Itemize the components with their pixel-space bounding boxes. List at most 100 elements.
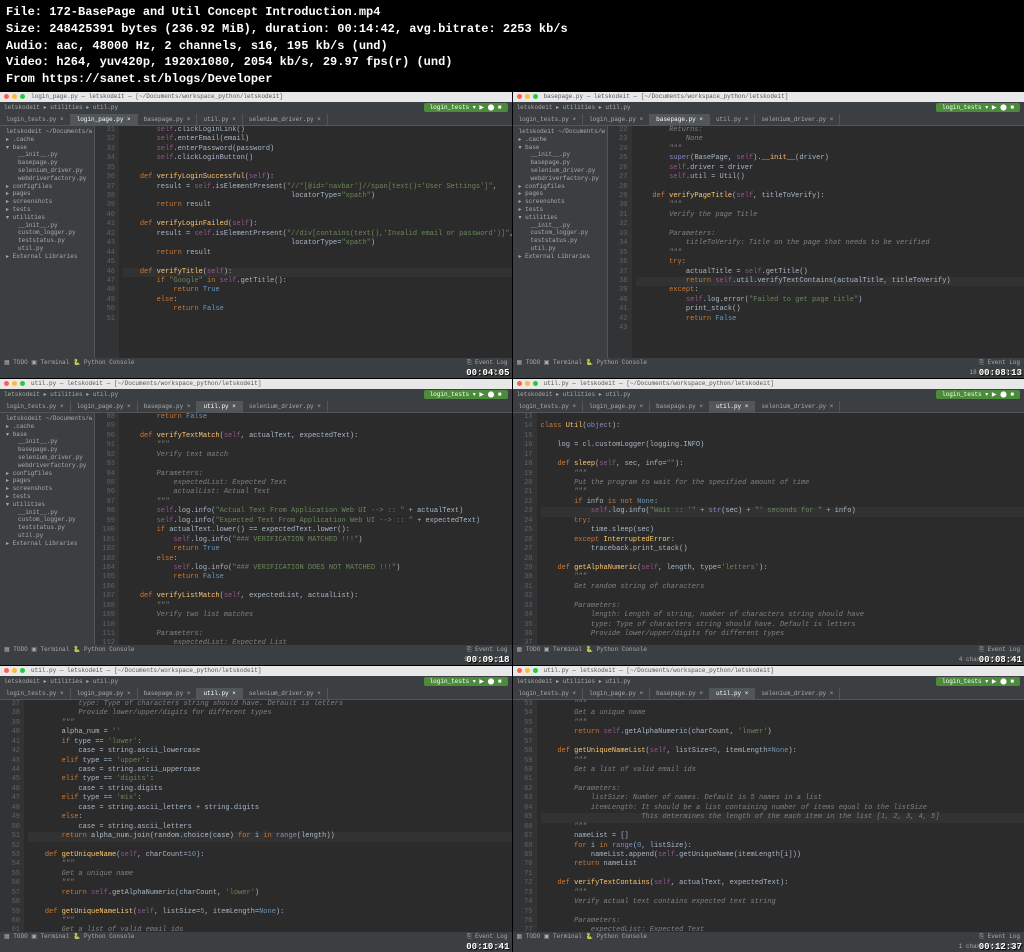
breadcrumb[interactable]: letskodeit ▸ utilities ▸ util.py bbox=[4, 391, 118, 398]
minimize-icon[interactable] bbox=[12, 668, 17, 673]
tree-item[interactable]: ▸ screenshots bbox=[2, 198, 92, 206]
editor-tab[interactable]: basepage.py × bbox=[650, 114, 710, 125]
run-config-button[interactable]: login_tests ▾ ▶ ⬤ ■ bbox=[424, 677, 508, 686]
maximize-icon[interactable] bbox=[533, 668, 538, 673]
tree-item[interactable]: __init__.py bbox=[2, 438, 92, 446]
editor-tab[interactable]: selenium_driver.py × bbox=[755, 114, 840, 125]
run-config-button[interactable]: login_tests ▾ ▶ ⬤ ■ bbox=[936, 677, 1020, 686]
editor-tab[interactable]: util.py × bbox=[197, 114, 242, 125]
tree-item[interactable]: letskodeit ~/Documents/work bbox=[2, 128, 92, 136]
event-log[interactable]: ⎘ Event Log bbox=[467, 359, 508, 367]
tree-item[interactable]: __init__.py bbox=[2, 222, 92, 230]
close-icon[interactable] bbox=[517, 94, 522, 99]
tool-tabs[interactable]: ▦ TODO ▣ Terminal 🐍 Python Console bbox=[4, 646, 134, 653]
editor-tab[interactable]: basepage.py × bbox=[138, 688, 198, 699]
editor-tab[interactable]: util.py × bbox=[710, 114, 755, 125]
editor-tab[interactable]: login_page.py × bbox=[583, 401, 650, 412]
close-icon[interactable] bbox=[4, 381, 9, 386]
editor-tab[interactable]: login_page.py × bbox=[583, 688, 650, 699]
tree-item[interactable]: util.py bbox=[2, 532, 92, 540]
code-editor[interactable]: 8889909192939495969798991001011021031041… bbox=[95, 413, 512, 645]
code-content[interactable]: """ Get a unique name """ return self.ge… bbox=[537, 700, 1024, 932]
code-editor[interactable]: 3738394041424344454647484950515253545556… bbox=[0, 700, 512, 932]
code-content[interactable]: class Util(object): log = cl.customLogge… bbox=[537, 413, 1024, 645]
run-config-button[interactable]: login_tests ▾ ▶ ⬤ ■ bbox=[936, 390, 1020, 399]
tree-item[interactable]: webdriverfactory.py bbox=[515, 175, 605, 183]
editor-tab[interactable]: util.py × bbox=[710, 401, 755, 412]
tree-item[interactable]: basepage.py bbox=[2, 159, 92, 167]
event-log[interactable]: ⎘ Event Log bbox=[467, 933, 508, 941]
maximize-icon[interactable] bbox=[20, 94, 25, 99]
tree-item[interactable]: ▾ base bbox=[2, 431, 92, 439]
tree-item[interactable]: ▸ configfiles bbox=[2, 470, 92, 478]
tool-tabs[interactable]: ▦ TODO ▣ Terminal 🐍 Python Console bbox=[4, 933, 134, 940]
code-content[interactable]: Returns: None """ super(BasePage, self).… bbox=[632, 126, 1024, 358]
tree-item[interactable]: __init__.py bbox=[2, 509, 92, 517]
editor-tab[interactable]: selenium_driver.py × bbox=[243, 688, 328, 699]
editor-tab[interactable]: basepage.py × bbox=[138, 114, 198, 125]
breadcrumb[interactable]: letskodeit ▸ utilities ▸ util.py bbox=[4, 678, 118, 685]
tree-item[interactable]: ▸ configfiles bbox=[515, 183, 605, 191]
project-tree[interactable]: letskodeit ~/Documents/work▸ .cache▾ bas… bbox=[0, 126, 95, 358]
run-config-button[interactable]: login_tests ▾ ▶ ⬤ ■ bbox=[936, 103, 1020, 112]
project-tree[interactable]: letskodeit ~/Documents/work▸ .cache▾ bas… bbox=[513, 126, 608, 358]
tree-item[interactable]: ▾ base bbox=[515, 144, 605, 152]
maximize-icon[interactable] bbox=[533, 381, 538, 386]
minimize-icon[interactable] bbox=[525, 94, 530, 99]
tree-item[interactable]: selenium_driver.py bbox=[2, 454, 92, 462]
tree-item[interactable]: letskodeit ~/Documents/work bbox=[515, 128, 605, 136]
run-config-button[interactable]: login_tests ▾ ▶ ⬤ ■ bbox=[424, 390, 508, 399]
editor-tab[interactable]: login_page.py × bbox=[583, 114, 650, 125]
tree-item[interactable]: ▸ .cache bbox=[2, 136, 92, 144]
close-icon[interactable] bbox=[517, 381, 522, 386]
editor-tab[interactable]: login_tests.py × bbox=[513, 401, 584, 412]
editor-tab[interactable]: util.py × bbox=[710, 688, 755, 699]
event-log[interactable]: ⎘ Event Log bbox=[979, 359, 1020, 367]
minimize-icon[interactable] bbox=[12, 381, 17, 386]
breadcrumb[interactable]: letskodeit ▸ utilities ▸ util.py bbox=[517, 391, 631, 398]
tree-item[interactable]: ▸ External Libraries bbox=[2, 253, 92, 261]
tree-item[interactable]: ▸ tests bbox=[2, 206, 92, 214]
tree-item[interactable]: ▸ pages bbox=[515, 190, 605, 198]
maximize-icon[interactable] bbox=[533, 94, 538, 99]
tree-item[interactable]: util.py bbox=[2, 245, 92, 253]
editor-tab[interactable]: selenium_driver.py × bbox=[243, 401, 328, 412]
tree-item[interactable]: selenium_driver.py bbox=[2, 167, 92, 175]
code-content[interactable]: return False def verifyTextMatch(self, a… bbox=[119, 413, 512, 645]
close-icon[interactable] bbox=[517, 668, 522, 673]
code-editor[interactable]: 2223242526272829303132333435363738394041… bbox=[608, 126, 1024, 358]
editor-tab[interactable]: login_page.py × bbox=[71, 114, 138, 125]
tree-item[interactable]: ▸ pages bbox=[2, 190, 92, 198]
minimize-icon[interactable] bbox=[12, 94, 17, 99]
tree-item[interactable]: ▾ utilities bbox=[515, 214, 605, 222]
event-log[interactable]: ⎘ Event Log bbox=[467, 646, 508, 654]
minimize-icon[interactable] bbox=[525, 668, 530, 673]
tree-item[interactable]: basepage.py bbox=[515, 159, 605, 167]
editor-tab[interactable]: selenium_driver.py × bbox=[755, 688, 840, 699]
editor-tab[interactable]: selenium_driver.py × bbox=[755, 401, 840, 412]
code-content[interactable]: type: Type of characters string should h… bbox=[24, 700, 512, 932]
editor-tab[interactable]: basepage.py × bbox=[650, 688, 710, 699]
editor-tab[interactable]: login_page.py × bbox=[71, 401, 138, 412]
run-config-button[interactable]: login_tests ▾ ▶ ⬤ ■ bbox=[424, 103, 508, 112]
tree-item[interactable]: basepage.py bbox=[2, 446, 92, 454]
tree-item[interactable]: ▸ configfiles bbox=[2, 183, 92, 191]
tool-tabs[interactable]: ▦ TODO ▣ Terminal 🐍 Python Console bbox=[517, 359, 647, 366]
editor-tab[interactable]: basepage.py × bbox=[650, 401, 710, 412]
code-editor[interactable]: 5354555657585960616263646566676869707172… bbox=[513, 700, 1024, 932]
tree-item[interactable]: ▸ External Libraries bbox=[2, 540, 92, 548]
tree-item[interactable]: letskodeit ~/Documents/work bbox=[2, 415, 92, 423]
close-icon[interactable] bbox=[4, 668, 9, 673]
editor-tab[interactable]: login_tests.py × bbox=[0, 401, 71, 412]
breadcrumb[interactable]: letskodeit ▸ utilities ▸ util.py bbox=[517, 678, 631, 685]
editor-tab[interactable]: login_tests.py × bbox=[0, 114, 71, 125]
maximize-icon[interactable] bbox=[20, 381, 25, 386]
editor-tab[interactable]: basepage.py × bbox=[138, 401, 198, 412]
tool-tabs[interactable]: ▦ TODO ▣ Terminal 🐍 Python Console bbox=[517, 933, 647, 940]
tree-item[interactable]: custom_logger.py bbox=[515, 229, 605, 237]
editor-tab[interactable]: login_page.py × bbox=[71, 688, 138, 699]
tree-item[interactable]: ▸ .cache bbox=[515, 136, 605, 144]
editor-tab[interactable]: util.py × bbox=[197, 401, 242, 412]
tree-item[interactable]: custom_logger.py bbox=[2, 229, 92, 237]
tree-item[interactable]: ▸ External Libraries bbox=[515, 253, 605, 261]
